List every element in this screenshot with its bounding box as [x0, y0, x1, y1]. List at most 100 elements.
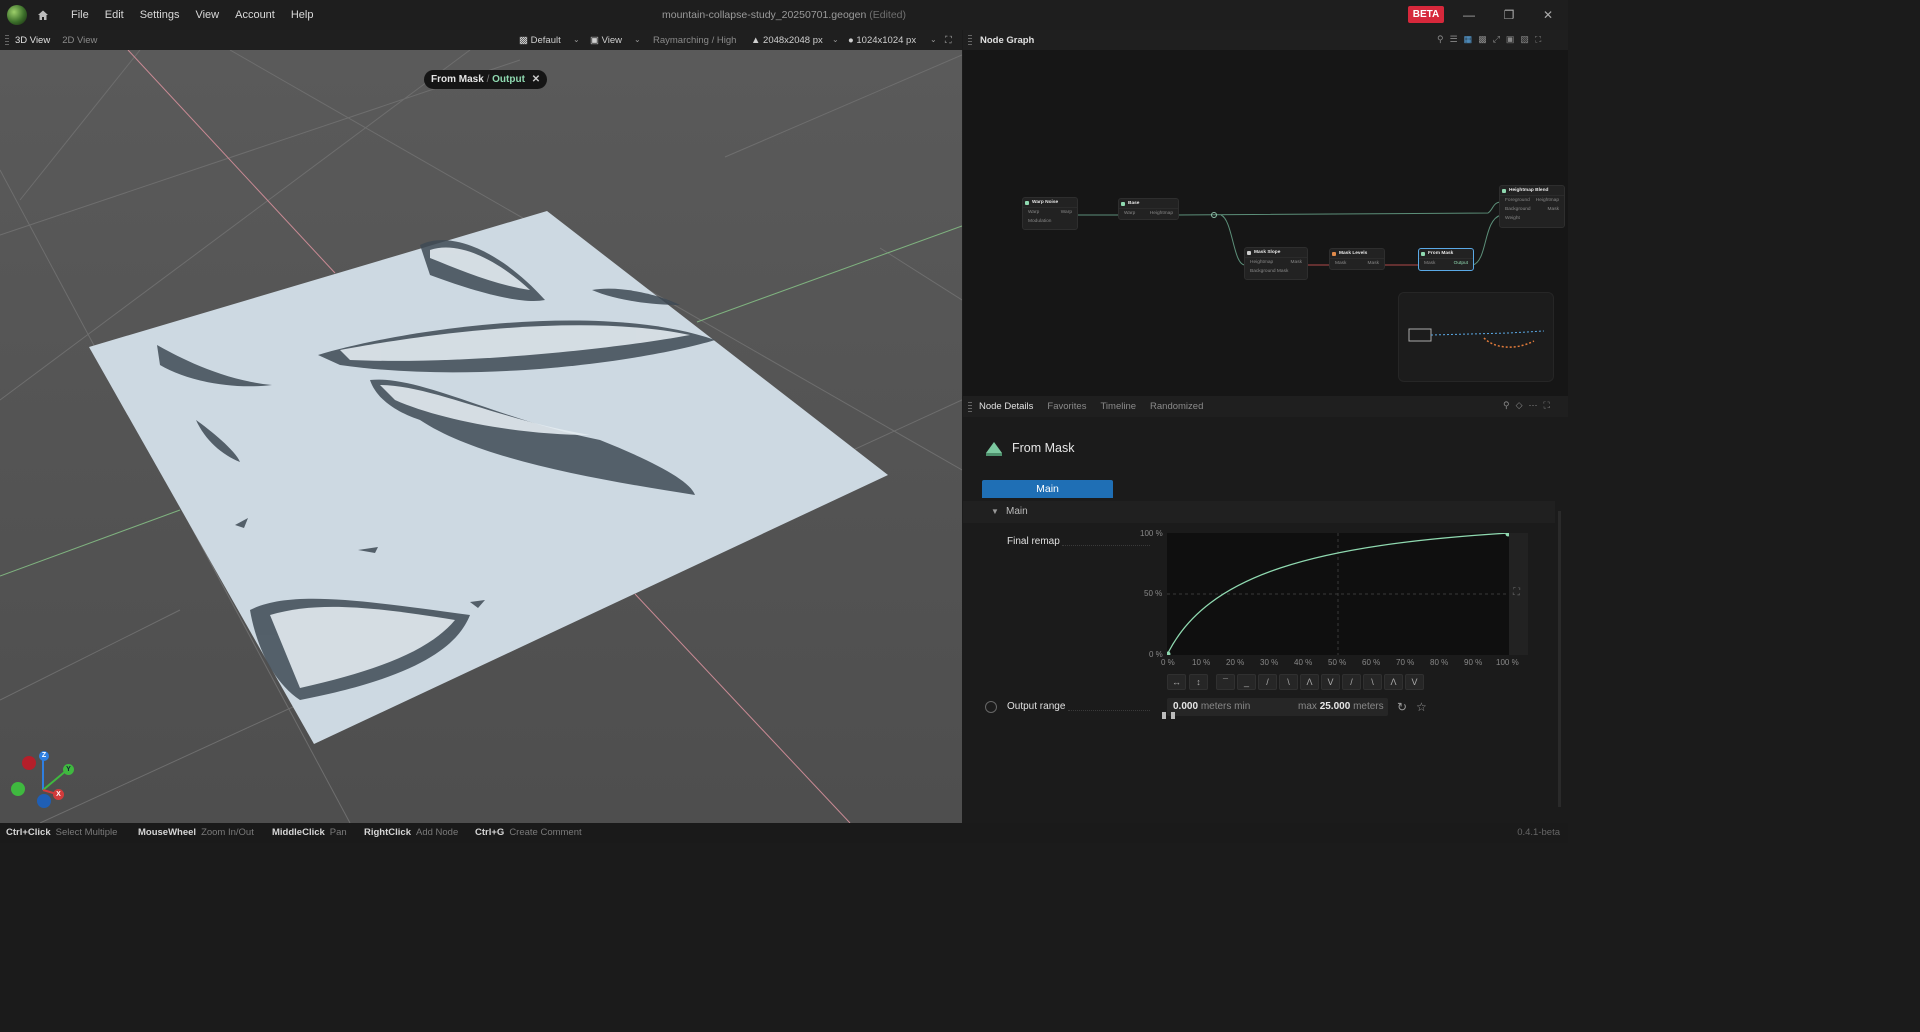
preset-ease-out-button[interactable]: \ [1363, 674, 1382, 690]
expand-icon[interactable]: ⤢ [1493, 34, 1506, 44]
x-tick-label: 20 % [1226, 658, 1245, 667]
collapse-triangle-icon[interactable]: ▼ [991, 501, 999, 523]
close-breadcrumb-icon[interactable]: ✕ [532, 74, 540, 85]
chevron-down-icon[interactable]: ⌄ [573, 35, 580, 44]
tab-favorites[interactable]: Favorites [1040, 401, 1093, 412]
preset-dropdown[interactable]: ▩ Default [519, 35, 561, 46]
node-title: From Mask [1012, 441, 1075, 455]
flip-horizontal-button[interactable]: ↔ [1167, 674, 1186, 690]
shortcut-hint: MiddleClick Pan [272, 827, 347, 838]
group-icon[interactable]: ▩ [1478, 34, 1493, 44]
node-graph-title: Node Graph [980, 34, 1035, 46]
gizmo-z-label: Z [39, 751, 49, 761]
search-icon[interactable]: ⚲ [1437, 34, 1450, 44]
final-remap-curve-editor[interactable] [1165, 531, 1511, 657]
viewport-toolbar: 3D View 2D View ▩ Default ⌄ ▣ View ⌄ Ray… [0, 30, 962, 50]
output-range-toggle[interactable] [985, 701, 997, 713]
terrain-icon: ▲ [751, 35, 764, 46]
node-mask-slope[interactable]: Mask Slope Heightmap Mask Background Mask [1244, 247, 1308, 280]
tab-node-details[interactable]: Node Details [972, 401, 1040, 412]
diamond-icon[interactable]: ◇ [1516, 400, 1529, 410]
node-mask-levels[interactable]: Mask Levels Mask Mask [1329, 248, 1385, 270]
preset-ease-in-button[interactable]: / [1342, 674, 1361, 690]
minimize-icon[interactable]: — [1462, 8, 1476, 22]
menu-edit[interactable]: Edit [97, 9, 132, 21]
x-tick-label: 40 % [1294, 658, 1313, 667]
node-warp-noise[interactable]: Warp Noise Warp Warp Modulation [1022, 197, 1078, 230]
chevron-down-icon[interactable]: ⌄ [832, 35, 839, 44]
gizmo-y-label: Y [63, 764, 74, 775]
node-graph-toolbar: Node Graph ⚲☰▦▩⤢▣▧⛶ [963, 30, 1568, 50]
node-from-mask[interactable]: From Mask Mask Output [1418, 248, 1474, 271]
x-tick-label: 70 % [1396, 658, 1415, 667]
search-icon[interactable]: ⚲ [1503, 400, 1516, 410]
y-tick-label: 100 % [1140, 529, 1163, 538]
y-tick-label: 50 % [1144, 589, 1163, 598]
preset-valley-soft-button[interactable]: V [1405, 674, 1424, 690]
main-page-button[interactable]: Main [982, 480, 1113, 498]
preset-peak-soft-button[interactable]: Λ [1384, 674, 1403, 690]
more-icon[interactable]: ⋯ [1529, 400, 1544, 410]
grid-icon[interactable]: ▦ [1464, 34, 1479, 44]
reset-icon[interactable]: ↻ [1397, 700, 1407, 714]
tab-3d-view[interactable]: 3D View [9, 35, 56, 46]
section-main-header[interactable]: ▼ Main [963, 501, 1555, 523]
title-bar: File Edit Settings View Account Help mou… [0, 0, 1568, 30]
preset-linear-button[interactable]: / [1258, 674, 1277, 690]
fullscreen-icon[interactable]: ⛶ [1544, 400, 1556, 410]
beta-badge: BETA [1408, 6, 1444, 23]
gizmo-x-label: X [53, 789, 64, 800]
remap-curve [1165, 531, 1511, 657]
node-graph-minimap[interactable] [1398, 292, 1554, 382]
preset-peak-button[interactable]: Λ [1300, 674, 1319, 690]
menu-help[interactable]: Help [283, 9, 322, 21]
shortcut-hint: RightClick Add Node [364, 827, 459, 838]
layout-icon[interactable]: ▧ [1520, 34, 1535, 44]
view-dropdown[interactable]: ▣ View [590, 35, 622, 46]
menu-view[interactable]: View [187, 9, 227, 21]
preset-inverse-button[interactable]: \ [1279, 674, 1298, 690]
fullscreen-icon[interactable]: ⛶ [1535, 34, 1547, 44]
maximize-icon[interactable]: ❐ [1502, 8, 1516, 22]
preset-high-button[interactable]: ¯ [1216, 674, 1235, 690]
flip-vertical-button[interactable]: ↕ [1189, 674, 1208, 690]
list-icon[interactable]: ☰ [1450, 34, 1464, 44]
tab-randomized[interactable]: Randomized [1143, 401, 1210, 412]
range-max-handle[interactable] [1171, 712, 1175, 719]
menu-bar: File Edit Settings View Account Help [63, 9, 321, 21]
chevron-down-icon[interactable]: ⌄ [930, 35, 937, 44]
home-icon[interactable] [37, 9, 49, 21]
tab-2d-view[interactable]: 2D View [56, 35, 103, 46]
x-tick-label: 0 % [1161, 658, 1175, 667]
chevron-down-icon[interactable]: ⌄ [634, 35, 641, 44]
panel-grip-icon[interactable] [968, 35, 972, 45]
viewport-3d[interactable]: From Mask / Output ✕ Z Y X [0, 50, 962, 823]
shortcut-hint: MouseWheel Zoom In/Out [138, 827, 254, 838]
favorite-star-icon[interactable]: ☆ [1416, 700, 1427, 714]
output-range-slider[interactable]: 0.000 meters min max 25.000 meters [1167, 698, 1388, 716]
expand-curve-icon[interactable]: ⛶ [1513, 587, 1520, 598]
node-details-toolbar: Node Details Favorites Timeline Randomiz… [963, 396, 1568, 417]
range-min-handle[interactable] [1162, 712, 1166, 719]
range-max-value[interactable]: 25.000 [1320, 701, 1351, 712]
label-leader [1062, 545, 1150, 546]
close-window-icon[interactable]: ✕ [1541, 8, 1555, 22]
preset-valley-button[interactable]: V [1321, 674, 1340, 690]
menu-settings[interactable]: Settings [132, 9, 188, 21]
version-label: 0.4.1-beta [1517, 827, 1560, 838]
resolution-dropdown[interactable]: ▲ 2048x2048 px [751, 35, 823, 46]
preview-resolution-dropdown[interactable]: ● 1024x1024 px [848, 35, 916, 46]
range-min-value[interactable]: 0.000 [1173, 701, 1198, 712]
preset-low-button[interactable]: _ [1237, 674, 1256, 690]
fit-icon[interactable]: ▣ [1506, 34, 1521, 44]
details-scrollbar[interactable] [1556, 501, 1564, 821]
fullscreen-icon[interactable]: ⛶ [945, 35, 952, 46]
render-mode-label[interactable]: Raymarching / High [653, 35, 736, 46]
tab-timeline[interactable]: Timeline [1093, 401, 1143, 412]
menu-file[interactable]: File [63, 9, 97, 21]
shortcut-hint: Ctrl+Click Select Multiple [6, 827, 118, 838]
menu-account[interactable]: Account [227, 9, 283, 21]
node-base[interactable]: Base Warp Heightmap [1118, 198, 1179, 220]
final-remap-label: Final remap [1007, 536, 1060, 547]
node-heightmap-blend[interactable]: Heightmap Blend Foreground Heightmap Back… [1499, 185, 1565, 228]
